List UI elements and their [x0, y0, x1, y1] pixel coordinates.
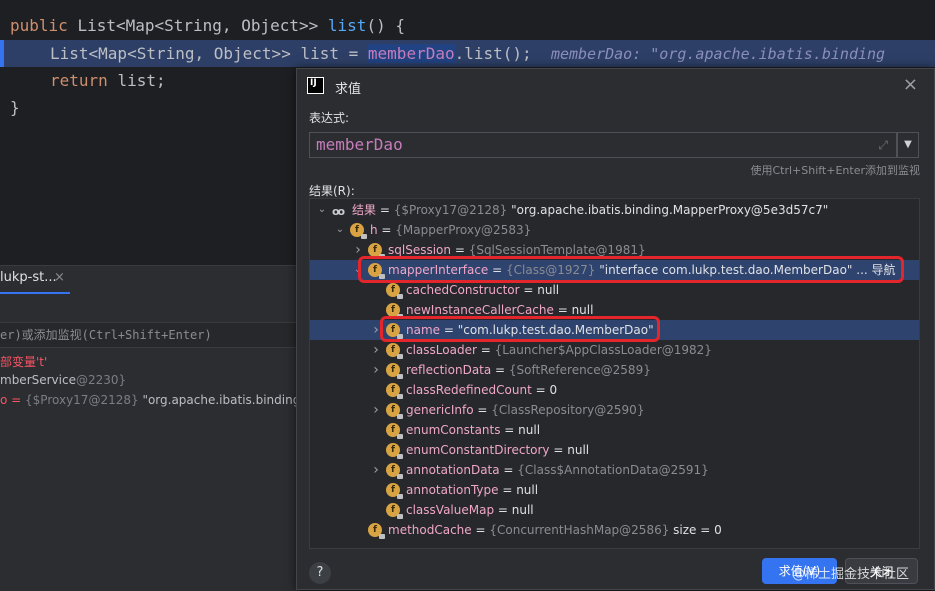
tree-row[interactable]: › f genericInfo = {ClassRepository@2590} [310, 400, 919, 420]
collapse-arrow-icon[interactable]: ⌄ [334, 220, 346, 240]
debug-panel: lukp-st... × er)或添加监视(Ctrl+Shift+Enter) … [0, 265, 315, 591]
variable-row[interactable]: o = {$Proxy17@2128} "org.apache.ibatis.b… [0, 393, 315, 407]
tree-row[interactable]: › f classLoader = {Launcher$AppClassLoader… [310, 340, 919, 360]
tree-row[interactable]: f classValueMap = null [310, 500, 919, 520]
dialog-title-bar: IJ 求值 × [297, 69, 934, 103]
code-line-3: return list; [50, 71, 166, 90]
tree-row-text: 结果 = {$Proxy17@2128} "org.apache.ibatis.… [352, 203, 829, 217]
watermark: @稀土掘金技术社区 [792, 567, 910, 582]
selected-word: memberDao [367, 44, 455, 63]
intellij-logo-icon: IJ [307, 77, 324, 94]
variables-section-label: 部变量't' [0, 355, 48, 369]
result-tree[interactable]: ⌄ oo 结果 = {$Proxy17@2128} "org.apache.ibat… [309, 198, 920, 549]
tree-row[interactable]: ⌄ f h = {MapperProxy@2583} [310, 220, 919, 240]
dialog-close-icon[interactable]: × [903, 74, 918, 95]
annotation-highlight-box [358, 256, 904, 283]
tree-row-text: reflectionData = {SoftReference@2589} [406, 363, 651, 377]
history-dropdown-button[interactable]: ▼ [897, 132, 919, 158]
tree-row-text: genericInfo = {ClassRepository@2590} [406, 403, 645, 417]
collapse-arrow-icon[interactable]: ⌄ [316, 200, 328, 220]
tree-row-text: enumConstantDirectory = null [406, 443, 590, 457]
expression-input[interactable]: memberDao ⤢ [309, 132, 897, 158]
tree-row-text: classLoader = {Launcher$AppClassLoader@1… [406, 343, 712, 357]
tree-row[interactable]: › f annotationData = {Class$AnnotationData… [310, 460, 919, 480]
expand-arrow-icon[interactable]: › [370, 460, 382, 480]
field-icon: f [350, 223, 367, 239]
field-icon: f [386, 503, 403, 519]
evaluate-expression-field[interactable]: er)或添加监视(Ctrl+Shift+Enter) [0, 322, 300, 348]
field-icon: f [386, 383, 403, 399]
expand-arrow-icon[interactable]: › [370, 360, 382, 380]
field-icon: f [386, 443, 403, 459]
tree-row[interactable]: f annotationType = null [310, 480, 919, 500]
tree-row[interactable]: f enumConstants = null [310, 420, 919, 440]
expand-arrow-icon[interactable]: › [370, 400, 382, 420]
tree-row-text: methodCache = {ConcurrentHashMap@2586} s… [388, 523, 722, 537]
annotation-highlight-box [380, 316, 660, 342]
watch-result-icon: oo [332, 205, 345, 218]
result-label: 结果(R): [309, 184, 355, 198]
field-icon: f [368, 523, 385, 539]
debug-tab-bar: lukp-st... × [0, 266, 300, 294]
tree-row[interactable]: ⌄ oo 结果 = {$Proxy17@2128} "org.apache.ibat… [310, 200, 919, 220]
shortcut-hint: 使用Ctrl+Shift+Enter添加到监视 [750, 164, 920, 177]
tree-row-text: annotationType = null [406, 483, 539, 497]
expression-label: 表达式: [309, 111, 350, 125]
field-icon: f [386, 403, 403, 419]
tree-row-text: h = {MapperProxy@2583} [370, 223, 532, 237]
tree-row-text: classRedefinedCount = 0 [406, 383, 558, 397]
tree-row[interactable]: f methodCache = {ConcurrentHashMap@2586} … [310, 520, 919, 540]
tree-row[interactable]: f classRedefinedCount = 0 [310, 380, 919, 400]
variable-row[interactable]: mberService@2230} [0, 373, 126, 387]
field-icon: f [386, 483, 403, 499]
tab-close-icon[interactable]: × [54, 270, 65, 285]
help-button[interactable]: ? [309, 562, 331, 584]
field-icon: f [386, 463, 403, 479]
field-icon: f [386, 283, 403, 299]
tree-row-text: cachedConstructor = null [406, 283, 560, 297]
expand-arrow-icon[interactable]: › [370, 340, 382, 360]
tree-row-text: annotationData = {Class$AnnotationData@2… [406, 463, 709, 477]
tree-row-text: classValueMap = null [406, 503, 534, 517]
inline-debug-hint: memberDao: "org.apache.ibatis.binding [550, 45, 886, 63]
field-icon: f [386, 363, 403, 379]
tree-row-text: enumConstants = null [406, 423, 541, 437]
tree-row[interactable]: › f reflectionData = {SoftReference@2589} [310, 360, 919, 380]
tree-row[interactable]: f enumConstantDirectory = null [310, 440, 919, 460]
code-line-1: public List<Map<String, Object>> list() … [10, 16, 405, 35]
dialog-title: 求值 [335, 82, 362, 97]
code-line-4: } [10, 98, 20, 117]
debug-session-tab[interactable]: lukp-st... [0, 270, 57, 285]
expand-editor-icon[interactable]: ⤢ [878, 133, 888, 157]
tree-row[interactable]: f cachedConstructor = null [310, 280, 919, 300]
field-icon: f [386, 303, 403, 319]
code-line-2: List<Map<String, Object>> list = memberD… [50, 44, 886, 63]
tab-underline [0, 292, 70, 294]
field-icon: f [386, 343, 403, 359]
field-icon: f [368, 243, 385, 259]
field-icon: f [386, 423, 403, 439]
